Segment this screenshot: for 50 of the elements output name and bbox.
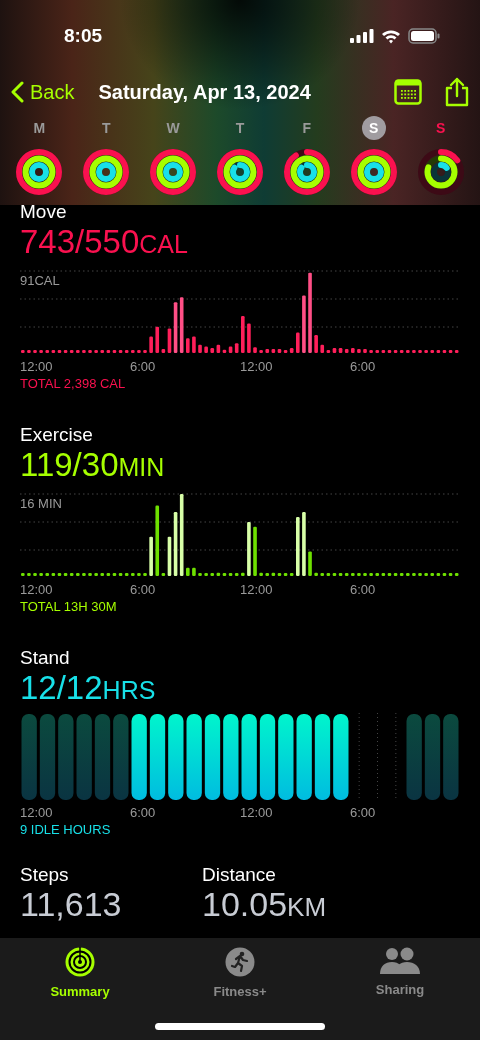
section-title: Exercise <box>20 424 94 446</box>
status-time: 8:05 <box>64 25 103 47</box>
day-letter[interactable]: W <box>161 116 186 140</box>
chart-scale-label: 16 MIN <box>20 496 62 511</box>
day-letter[interactable]: S <box>428 116 453 140</box>
calendar-button[interactable] <box>394 79 422 105</box>
stat-value: 10.05KM <box>202 886 328 925</box>
share-button[interactable] <box>444 77 470 107</box>
people-icon <box>380 947 420 975</box>
tab-button[interactable]: Summary <box>50 947 110 999</box>
time-axis-label: 12:00 <box>240 359 274 374</box>
day-letter[interactable]: S <box>361 116 386 140</box>
goal-value: 12/12HRS <box>20 669 157 708</box>
section-total: TOTAL 2,398 CAL <box>20 376 127 391</box>
day-letter[interactable]: M <box>27 116 52 140</box>
day-letter[interactable]: F <box>294 116 319 140</box>
day-letter[interactable]: T <box>228 116 252 140</box>
time-axis-label: 12:00 <box>20 582 54 597</box>
section-title: Stand <box>20 647 71 669</box>
time-axis-label: 6:00 <box>130 582 157 597</box>
stat-label: Distance <box>202 864 277 886</box>
wifi-icon <box>381 28 401 44</box>
runner-icon <box>225 947 255 977</box>
rings-icon <box>65 947 95 977</box>
chevron-left-icon <box>10 81 24 103</box>
goal-value: 743/550CAL <box>20 223 189 262</box>
section-title: Move <box>20 201 68 223</box>
date-title: Saturday, Apr 13, 2024 <box>98 80 312 104</box>
time-axis-label: 6:00 <box>350 359 377 374</box>
chart-scale-label: 91CAL <box>20 273 60 288</box>
activity-rings-icon[interactable] <box>214 146 266 198</box>
time-axis-label: 12:00 <box>20 805 54 820</box>
time-axis-label: 6:00 <box>350 805 377 820</box>
time-axis-label: 12:00 <box>20 359 54 374</box>
stat-value: 11,613 <box>20 886 123 922</box>
time-axis-label: 12:00 <box>240 805 274 820</box>
time-axis-label: 12:00 <box>240 582 274 597</box>
stat-label: Steps <box>20 864 70 886</box>
battery-icon <box>408 28 440 44</box>
time-axis-label: 6:00 <box>350 582 377 597</box>
tab-button[interactable]: Fitness+ <box>213 947 267 999</box>
section-total: 9 IDLE HOURS <box>20 822 112 837</box>
tab-button[interactable]: Sharing <box>375 947 425 999</box>
day-letter[interactable]: T <box>94 116 119 140</box>
section-total: TOTAL 13H 30M <box>20 599 118 614</box>
signal-icon <box>350 29 374 43</box>
goal-value: 119/30MIN <box>20 446 166 485</box>
back-button[interactable]: Back <box>10 80 75 104</box>
time-axis-label: 6:00 <box>130 359 157 374</box>
time-axis-label: 6:00 <box>130 805 157 820</box>
